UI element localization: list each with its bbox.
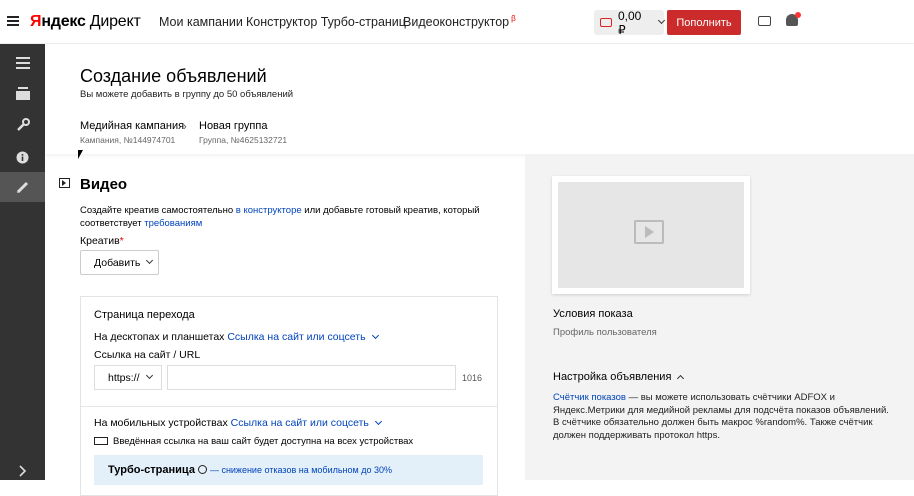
devices-note-row: Введённая ссылка на ваш сайт будет досту… <box>94 436 413 447</box>
turbo-title: Турбо-страница <box>108 464 195 476</box>
layers-icon[interactable] <box>0 48 45 78</box>
topup-button[interactable]: Пополнить <box>667 10 741 35</box>
breadcrumb-group-name: Новая группа <box>199 120 268 132</box>
chevron-up-icon <box>677 374 685 383</box>
pencil-icon[interactable] <box>0 172 45 202</box>
url-input[interactable] <box>167 365 456 390</box>
required-mark: * <box>119 235 124 247</box>
add-creative-label: Добавить <box>94 256 141 269</box>
chevron-down-icon <box>146 256 154 265</box>
breadcrumb-campaign[interactable]: Медийная кампания Кампания, №144974701 <box>80 120 184 145</box>
stack-icon[interactable] <box>0 78 45 108</box>
play-icon <box>645 226 654 238</box>
video-play-icon <box>59 178 70 188</box>
page-header: Создание объявлений Вы можете добавить в… <box>45 44 914 154</box>
protocol-select[interactable]: https:// <box>94 365 162 390</box>
logo-yandex-rest: ндекс <box>41 13 86 30</box>
desktop-label: На десктопах и планшетах <box>94 331 225 343</box>
landing-card: Страница перехода На десктопах и планшет… <box>80 296 498 496</box>
breadcrumb-campaign-id: Кампания, №144974701 <box>80 135 176 145</box>
mobile-link-type-select[interactable]: Ссылка на сайт или соцсеть <box>230 417 382 429</box>
counter-link[interactable]: Счётчик показов <box>553 392 626 403</box>
rocket-icon <box>197 465 207 474</box>
settings-toggle[interactable]: Настройка объявления <box>553 371 685 383</box>
turbo-banner[interactable]: Турбо-страница — снижение отказов на моби… <box>94 455 483 485</box>
video-section: Видео Создайте креатив самостоятельно в … <box>45 154 525 496</box>
mobile-select-label: Ссылка на сайт или соцсеть <box>230 417 369 429</box>
page-title: Создание объявлений <box>80 66 267 86</box>
turbo-text: Турбо-страница — снижение отказов на моби… <box>108 464 392 476</box>
nav-video-builder[interactable]: Видеоконструктор β <box>403 14 516 29</box>
top-bar: Яндекс Директ Мои кампании Конструктор Ту… <box>0 0 914 44</box>
chat-icon[interactable] <box>758 16 771 26</box>
breadcrumb-group[interactable]: Новая группа Группа, №4625132721 <box>199 120 287 145</box>
wallet-icon <box>600 18 612 27</box>
devices-note: Введённая ссылка на ваш сайт будет досту… <box>113 436 414 447</box>
logo[interactable]: Яндекс Директ <box>30 13 141 31</box>
divider <box>81 406 497 407</box>
chevron-down-icon <box>657 16 666 25</box>
section-title: Видео <box>80 176 128 193</box>
url-label: Ссылка на сайт / URL <box>94 349 201 361</box>
video-intro: Создайте креатив самостоятельно в констр… <box>80 205 490 230</box>
notification-dot <box>795 12 801 18</box>
breadcrumb-group-id: Группа, №4625132721 <box>199 135 288 145</box>
conditions-title[interactable]: Условия показа <box>553 308 633 320</box>
settings-description: Счётчик показов — вы можете использовать… <box>553 392 893 442</box>
wrench-icon[interactable] <box>0 110 45 140</box>
nav-turbo-builder[interactable]: Конструктор Турбо-страниц <box>246 15 406 29</box>
chevron-down-icon <box>145 371 153 380</box>
balance-dropdown[interactable]: 0,00 ₽ <box>594 8 666 37</box>
preview-panel: Условия показа Профиль пользователя Наст… <box>525 154 914 480</box>
devices-icon <box>94 437 108 445</box>
preview-placeholder <box>558 182 744 288</box>
mobile-row: На мобильных устройствах Ссылка на сайт … <box>94 417 382 429</box>
chevron-down-icon <box>374 417 382 426</box>
landing-title: Страница перехода <box>94 309 195 321</box>
builder-link[interactable]: в конструкторе <box>236 205 302 216</box>
chevron-down-icon <box>371 331 379 340</box>
requirements-link[interactable]: требованиям <box>144 218 202 229</box>
add-creative-button[interactable]: Добавить <box>80 250 159 275</box>
page-subtitle: Вы можете добавить в группу до 50 объявл… <box>80 89 294 100</box>
balance-value: 0,00 ₽ <box>617 8 642 37</box>
chevron-right-icon[interactable] <box>0 456 45 486</box>
turbo-note: — снижение отказов на мобильном до 30% <box>209 465 392 475</box>
protocol-value: https:// <box>108 371 140 384</box>
nav-my-campaigns[interactable]: Мои кампании <box>159 15 243 29</box>
desktop-row: На десктопах и планшетах Ссылка на сайт … <box>94 331 379 343</box>
logo-direct: Директ <box>89 13 141 30</box>
breadcrumb-separator-icon: › <box>183 121 187 133</box>
creative-label: Креатив* <box>80 235 124 247</box>
desktop-select-label: Ссылка на сайт или соцсеть <box>227 331 366 343</box>
video-preview <box>552 176 750 294</box>
mobile-label: На мобильных устройствах <box>94 417 228 429</box>
intro-text-1: Создайте креатив самостоятельно <box>80 205 236 216</box>
char-counter: 1016 <box>462 373 483 383</box>
info-icon[interactable] <box>0 142 45 172</box>
mouse-cursor-icon <box>78 150 83 159</box>
breadcrumb-campaign-name: Медийная кампания <box>80 120 185 132</box>
beta-badge: β <box>511 14 516 23</box>
menu-icon[interactable] <box>7 16 19 26</box>
settings-title: Настройка объявления <box>553 371 672 383</box>
logo-yandex-first: Я <box>30 13 42 30</box>
conditions-sub: Профиль пользователя <box>553 327 657 338</box>
desktop-link-type-select[interactable]: Ссылка на сайт или соцсеть <box>227 331 379 343</box>
creative-label-text: Креатив <box>80 235 120 247</box>
nav-video-builder-label: Видеоконструктор <box>403 15 510 29</box>
sidebar <box>0 44 45 480</box>
